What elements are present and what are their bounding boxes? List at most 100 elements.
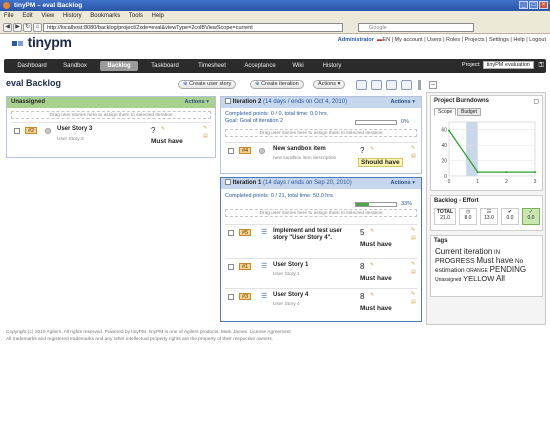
- tab-budget[interactable]: Budget: [457, 108, 481, 116]
- story-title[interactable]: User Story 3: [57, 126, 147, 133]
- story-points[interactable]: ?: [360, 146, 364, 155]
- story-title[interactable]: Implement and test user story "User Stor…: [273, 228, 353, 242]
- unassigned-actions-button[interactable]: Actions ▾: [185, 97, 209, 108]
- tinypm-logo[interactable]: tinypm: [12, 34, 72, 50]
- task-list-icon[interactable]: ▤: [411, 269, 416, 275]
- project-select[interactable]: tinyPM evaluation: [482, 61, 534, 69]
- view-list-icon[interactable]: [401, 80, 412, 90]
- story-checkbox[interactable]: [228, 148, 234, 154]
- story-card[interactable]: #1 ☰ User Story 1 User Story 1 8 ✎ Must …: [225, 258, 417, 290]
- tag-current-iteration[interactable]: Current iteration: [435, 247, 492, 256]
- iteration1-actions-button[interactable]: Actions ▾: [391, 178, 415, 189]
- story-points[interactable]: 8: [360, 292, 364, 301]
- task-list-icon[interactable]: ▤: [411, 299, 416, 305]
- edit-pencil-icon[interactable]: ✎: [411, 291, 415, 297]
- tag-pending[interactable]: PENDING: [490, 265, 526, 274]
- reload-icon[interactable]: ↻: [23, 23, 32, 32]
- edit-pencil-icon[interactable]: ✎: [411, 261, 415, 267]
- edit-pencil-icon[interactable]: ✎: [370, 292, 374, 298]
- story-id[interactable]: #1: [239, 263, 252, 270]
- story-value[interactable]: Must have: [360, 305, 392, 312]
- story-value[interactable]: Must have: [360, 241, 392, 248]
- page-actions-button[interactable]: Actions ▾: [313, 80, 346, 89]
- link-logout[interactable]: Logout: [529, 37, 546, 43]
- tab-dashboard[interactable]: Dashboard: [12, 61, 52, 71]
- burndown-close-icon[interactable]: ▢: [533, 98, 539, 105]
- tab-backlog[interactable]: Backlog: [100, 61, 138, 71]
- story-card[interactable]: #4 New sandbox item new sandbox item des…: [225, 142, 417, 172]
- maximize-button[interactable]: □: [529, 1, 538, 9]
- story-value[interactable]: Should have: [358, 158, 403, 167]
- edit-pencil-icon[interactable]: ✎: [161, 126, 165, 132]
- view-two-columns-icon[interactable]: [371, 80, 382, 90]
- drop-zone[interactable]: Drag user stories here to assign them to…: [11, 111, 211, 119]
- task-list-icon[interactable]: ▤: [203, 133, 208, 139]
- iteration2-title[interactable]: Iteration 2: [233, 99, 262, 105]
- menu-edit[interactable]: Edit: [22, 13, 32, 19]
- link-roles[interactable]: Roles: [446, 37, 460, 43]
- drop-zone[interactable]: Drag user stories here to assign them to…: [225, 129, 417, 137]
- tab-acceptance[interactable]: Acceptance: [238, 61, 282, 71]
- story-points[interactable]: ?: [151, 126, 155, 135]
- story-card[interactable]: #3 ☰ User Story 4 User Story 4 8 ✎ Must …: [225, 288, 417, 320]
- menu-bookmarks[interactable]: Bookmarks: [90, 13, 120, 19]
- tag-all[interactable]: All: [496, 274, 505, 283]
- menu-history[interactable]: History: [63, 13, 82, 19]
- story-id[interactable]: #4: [239, 147, 252, 154]
- edit-pencil-icon[interactable]: ✎: [203, 125, 207, 131]
- forward-icon[interactable]: ▶: [13, 23, 22, 32]
- create-user-story-button[interactable]: ⊕ Create user story: [178, 80, 237, 89]
- menu-tools[interactable]: Tools: [129, 13, 143, 19]
- minimize-button[interactable]: _: [519, 1, 528, 9]
- tab-taskboard[interactable]: Taskboard: [144, 61, 186, 71]
- tab-history[interactable]: History: [314, 61, 350, 71]
- tab-wiki[interactable]: Wiki: [286, 61, 310, 71]
- menu-help[interactable]: Help: [152, 13, 164, 19]
- link-settings[interactable]: Settings: [489, 37, 509, 43]
- iteration2-actions-button[interactable]: Actions ▾: [391, 97, 415, 108]
- story-points[interactable]: 5: [360, 228, 364, 237]
- edit-pencil-icon[interactable]: ✎: [370, 146, 374, 152]
- story-id[interactable]: #2: [25, 127, 38, 134]
- tag-progress[interactable]: PROGRESS: [435, 258, 475, 265]
- story-id[interactable]: #5: [239, 229, 252, 236]
- tab-scope[interactable]: Scope: [434, 108, 457, 116]
- view-three-columns-icon[interactable]: [386, 80, 397, 90]
- link-projects[interactable]: Projects: [465, 37, 485, 43]
- story-card[interactable]: #5 ☰ Implement and test user story "User…: [225, 224, 417, 256]
- drop-zone[interactable]: Drag user stories here to assign them to…: [225, 209, 417, 217]
- create-iteration-button[interactable]: ⊕ Create iteration: [250, 80, 304, 89]
- edit-pencil-icon[interactable]: ✎: [370, 262, 374, 268]
- story-checkbox[interactable]: [228, 230, 234, 236]
- edit-pencil-icon[interactable]: ✎: [370, 228, 374, 234]
- menu-view[interactable]: View: [41, 13, 54, 19]
- task-list-icon[interactable]: ▤: [411, 235, 416, 241]
- lock-icon[interactable]: ⚿: [539, 62, 544, 70]
- browser-search-input[interactable]: Google: [358, 23, 474, 32]
- story-checkbox[interactable]: [14, 128, 20, 134]
- back-icon[interactable]: ◀: [3, 23, 12, 32]
- iteration1-title[interactable]: Iteration 1: [233, 180, 262, 186]
- story-title[interactable]: New sandbox item: [273, 146, 353, 153]
- menu-file[interactable]: File: [4, 13, 14, 19]
- story-id[interactable]: #3: [239, 293, 252, 300]
- collapse-icon[interactable]: –: [429, 81, 437, 89]
- story-title[interactable]: User Story 4: [273, 292, 353, 299]
- iteration-checkbox[interactable]: [225, 98, 231, 104]
- story-value[interactable]: Must have: [151, 138, 183, 145]
- current-user[interactable]: Administrator: [338, 37, 374, 43]
- link-my-account[interactable]: My account: [395, 37, 423, 43]
- tag-yellow[interactable]: YELLOW: [463, 274, 494, 283]
- tab-timesheet[interactable]: Timesheet: [190, 61, 234, 71]
- iteration-checkbox[interactable]: [225, 179, 231, 185]
- close-button[interactable]: ×: [539, 1, 548, 9]
- tag-must-have[interactable]: Must have: [476, 256, 513, 265]
- link-help[interactable]: Help: [513, 37, 524, 43]
- url-bar[interactable]: http://localhost:8080/backlog/project/2x…: [43, 23, 343, 32]
- edit-pencil-icon[interactable]: ✎: [411, 145, 415, 151]
- tag-unassigned[interactable]: Unassigned: [435, 277, 461, 283]
- story-checkbox[interactable]: [228, 294, 234, 300]
- story-value[interactable]: Must have: [360, 275, 392, 282]
- edit-pencil-icon[interactable]: ✎: [411, 227, 415, 233]
- story-card[interactable]: #2 User Story 3 User Story 3 ? ✎ Must ha…: [11, 122, 211, 152]
